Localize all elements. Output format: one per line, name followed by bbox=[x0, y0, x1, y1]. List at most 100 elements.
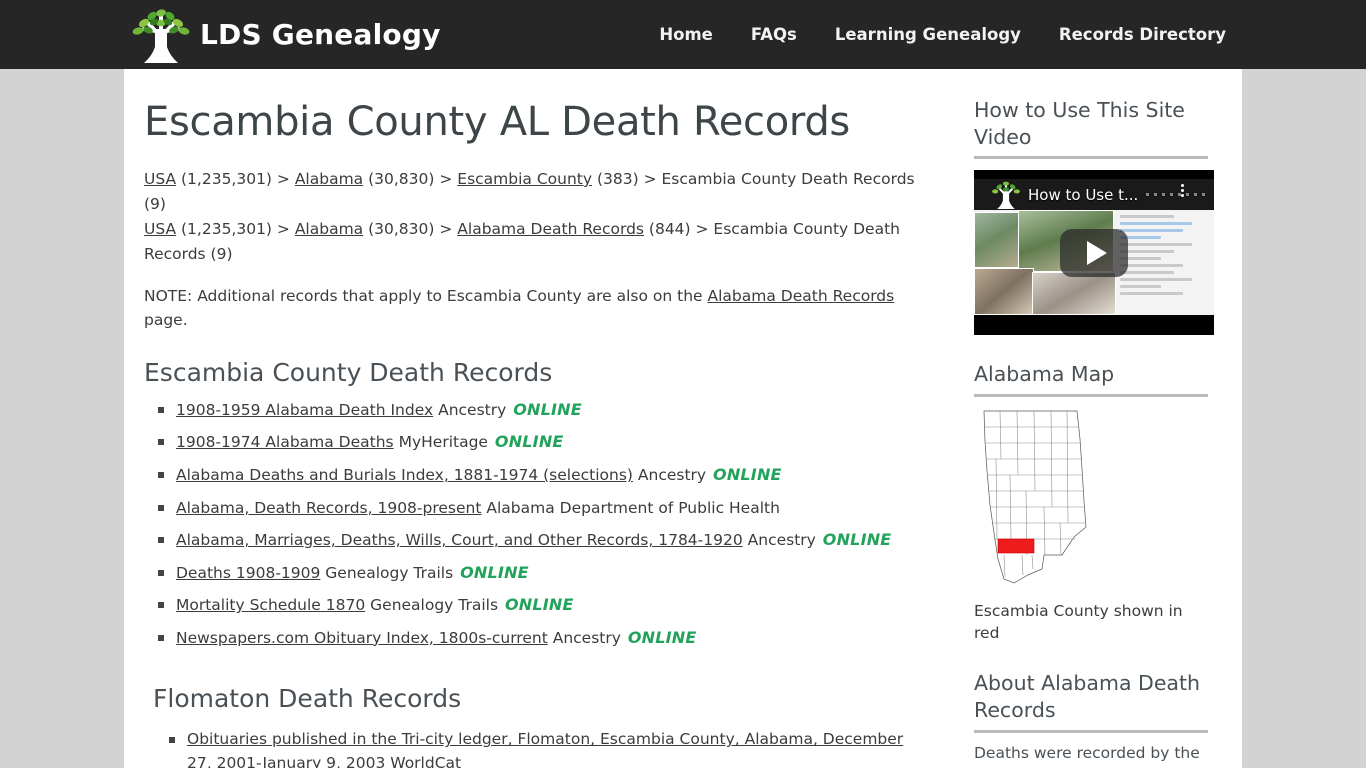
breadcrumb-link-alabama[interactable]: Alabama bbox=[295, 170, 363, 188]
map-heading: Alabama Map bbox=[974, 361, 1208, 397]
text-line bbox=[1120, 250, 1174, 254]
video-title: How to Use t... bbox=[1028, 185, 1139, 204]
nav-records-directory[interactable]: Records Directory bbox=[1059, 25, 1226, 44]
escambia-county-highlight bbox=[997, 538, 1035, 554]
online-badge: ONLINE bbox=[460, 562, 529, 582]
record-link[interactable]: Deaths 1908-1909 bbox=[176, 564, 320, 582]
online-badge: ONLINE bbox=[713, 465, 782, 485]
record-provider: Alabama Department of Public Health bbox=[486, 498, 780, 517]
text-line bbox=[1120, 271, 1174, 275]
site-header: LDS Genealogy Home FAQs Learning Genealo… bbox=[0, 0, 1366, 69]
main-navigation: Home FAQs Learning Genealogy Records Dir… bbox=[659, 25, 1226, 44]
online-badge: ONLINE bbox=[822, 530, 892, 550]
record-link[interactable]: Alabama, Marriages, Deaths, Wills, Court… bbox=[176, 531, 743, 549]
brand-name: LDS Genealogy bbox=[200, 18, 441, 51]
sidebar: How to Use This Site Video How to Use t.… bbox=[952, 69, 1242, 768]
page-wrapper: Escambia County AL Death Records USA (1,… bbox=[0, 69, 1366, 768]
breadcrumb: USA (1,235,301) > Alabama (30,830) > Esc… bbox=[144, 167, 932, 267]
breadcrumb-row-2: USA (1,235,301) > Alabama (30,830) > Ala… bbox=[144, 217, 932, 267]
text-line bbox=[1120, 292, 1183, 296]
list-item: 1908-1959 Alabama Death Index Ancestry O… bbox=[144, 398, 932, 423]
text-line bbox=[1120, 222, 1192, 226]
breadcrumb-link-usa[interactable]: USA bbox=[144, 170, 176, 188]
record-link[interactable]: Obituaries published in the Tri-city led… bbox=[187, 730, 903, 768]
content-container: Escambia County AL Death Records USA (1,… bbox=[124, 69, 1242, 768]
record-provider: WorldCat bbox=[390, 753, 462, 768]
thumb-photo bbox=[974, 268, 1034, 316]
text-line bbox=[1120, 229, 1183, 233]
note-link-alabama-death-records[interactable]: Alabama Death Records bbox=[708, 287, 895, 305]
record-provider: Ancestry bbox=[747, 531, 816, 550]
record-provider: Genealogy Trails bbox=[325, 563, 454, 582]
about-text: Deaths were recorded by the government s… bbox=[974, 743, 1202, 768]
video-player[interactable]: How to Use t... bbox=[974, 170, 1214, 336]
video-thumb-topbar: How to Use t... bbox=[974, 179, 1214, 211]
section-heading-escambia: Escambia County Death Records bbox=[144, 357, 553, 387]
record-provider: Ancestry bbox=[438, 400, 507, 419]
text-line bbox=[1120, 285, 1161, 289]
thumb-photo bbox=[1032, 272, 1116, 316]
tree-logo-icon bbox=[992, 181, 1020, 210]
record-provider: Ancestry bbox=[552, 628, 621, 647]
breadcrumb-text-1a: (1,235,301) > bbox=[176, 170, 295, 188]
note-before: NOTE: Additional records that apply to E… bbox=[144, 287, 708, 306]
record-provider: Ancestry bbox=[637, 466, 707, 485]
video-thumb-text-lines bbox=[1116, 210, 1214, 315]
record-list-flomaton: Obituaries published in the Tri-city led… bbox=[153, 728, 932, 768]
breadcrumb-text-2b: (30,830) > bbox=[363, 220, 458, 239]
tree-logo-icon bbox=[132, 8, 190, 63]
breadcrumb-text-1b: (30,830) > bbox=[363, 170, 458, 188]
record-link[interactable]: Alabama, Death Records, 1908-present bbox=[176, 499, 481, 517]
breadcrumb-link-usa-2[interactable]: USA bbox=[144, 220, 176, 238]
list-item: Obituaries published in the Tri-city led… bbox=[153, 728, 932, 768]
breadcrumb-row-1: USA (1,235,301) > Alabama (30,830) > Esc… bbox=[144, 167, 932, 217]
list-item: Alabama, Marriages, Deaths, Wills, Court… bbox=[144, 528, 932, 553]
text-line bbox=[1120, 215, 1174, 219]
note-line: NOTE: Additional records that apply to E… bbox=[144, 285, 932, 332]
text-line bbox=[1120, 264, 1183, 268]
video-widget: How to Use This Site Video How to Use t.… bbox=[974, 97, 1214, 336]
online-badge: ONLINE bbox=[494, 432, 564, 452]
record-link[interactable]: 1908-1959 Alabama Death Index bbox=[176, 401, 433, 419]
breadcrumb-link-alabama-death-records[interactable]: Alabama Death Records bbox=[457, 220, 644, 238]
breadcrumb-text-2a: (1,235,301) > bbox=[176, 220, 295, 239]
record-link[interactable]: Mortality Schedule 1870 bbox=[176, 596, 365, 614]
online-badge: ONLINE bbox=[504, 595, 574, 615]
main-content: Escambia County AL Death Records USA (1,… bbox=[124, 69, 952, 768]
breadcrumb-link-alabama-2[interactable]: Alabama bbox=[295, 220, 363, 238]
list-item: Alabama, Death Records, 1908-present Ala… bbox=[144, 496, 932, 521]
nav-home[interactable]: Home bbox=[659, 25, 713, 44]
record-provider: MyHeritage bbox=[398, 433, 488, 452]
map-widget: Alabama Map Escambia County shown in red bbox=[974, 361, 1208, 644]
record-provider: Genealogy Trails bbox=[370, 596, 499, 615]
page-title: Escambia County AL Death Records bbox=[144, 99, 850, 145]
about-heading: About Alabama Death Records bbox=[974, 670, 1208, 733]
more-options-icon[interactable] bbox=[1181, 184, 1184, 198]
breadcrumb-link-escambia-county[interactable]: Escambia County bbox=[457, 170, 592, 188]
map-caption: Escambia County shown in red bbox=[974, 601, 1183, 642]
note-after: page. bbox=[144, 310, 188, 329]
record-link[interactable]: Alabama Deaths and Burials Index, 1881-1… bbox=[176, 466, 633, 484]
online-badge: ONLINE bbox=[513, 399, 582, 419]
nav-faqs[interactable]: FAQs bbox=[751, 25, 797, 44]
about-widget: About Alabama Death Records Deaths were … bbox=[974, 670, 1208, 768]
play-button-icon[interactable] bbox=[1060, 228, 1128, 277]
list-item: Alabama Deaths and Burials Index, 1881-1… bbox=[144, 463, 932, 488]
nav-learning-genealogy[interactable]: Learning Genealogy bbox=[835, 25, 1021, 44]
text-line bbox=[1120, 243, 1192, 247]
online-badge: ONLINE bbox=[627, 627, 697, 647]
record-link[interactable]: Newspapers.com Obituary Index, 1800s-cur… bbox=[176, 629, 548, 647]
section-heading-flomaton: Flomaton Death Records bbox=[153, 684, 462, 714]
alabama-county-map-icon bbox=[983, 410, 1087, 584]
video-menu-dots-decor bbox=[1146, 193, 1206, 197]
brand[interactable]: LDS Genealogy bbox=[130, 7, 441, 63]
list-item: Newspapers.com Obituary Index, 1800s-cur… bbox=[144, 626, 932, 651]
alabama-map bbox=[974, 409, 1208, 591]
text-line bbox=[1120, 278, 1192, 282]
list-item: Deaths 1908-1909 Genealogy Trails ONLINE bbox=[144, 561, 932, 586]
record-link[interactable]: 1908-1974 Alabama Deaths bbox=[176, 433, 394, 451]
list-item: Mortality Schedule 1870 Genealogy Trails… bbox=[144, 593, 932, 618]
list-item: 1908-1974 Alabama Deaths MyHeritage ONLI… bbox=[144, 430, 932, 455]
video-heading: How to Use This Site Video bbox=[974, 97, 1208, 160]
record-list-escambia: 1908-1959 Alabama Death Index Ancestry O… bbox=[144, 398, 932, 650]
